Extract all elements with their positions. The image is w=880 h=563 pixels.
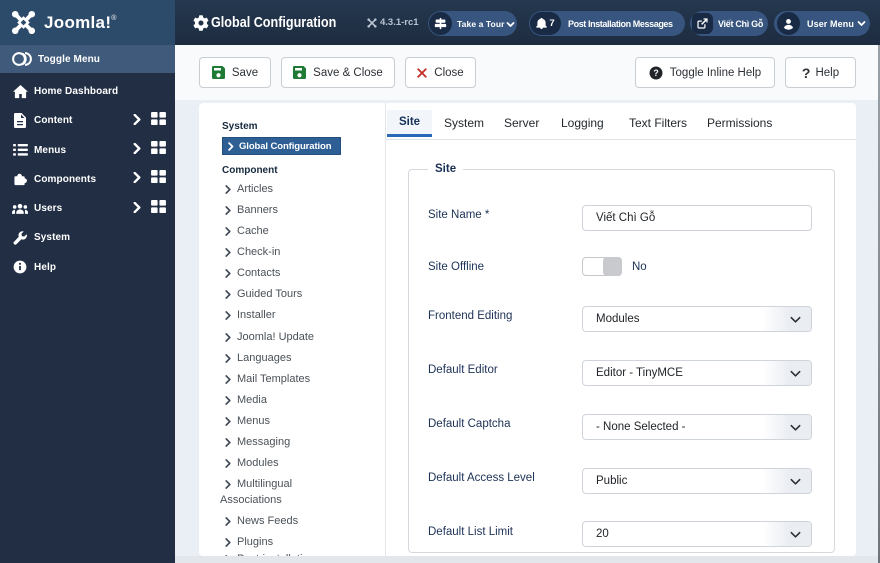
svg-text:?: ? [653, 68, 658, 78]
